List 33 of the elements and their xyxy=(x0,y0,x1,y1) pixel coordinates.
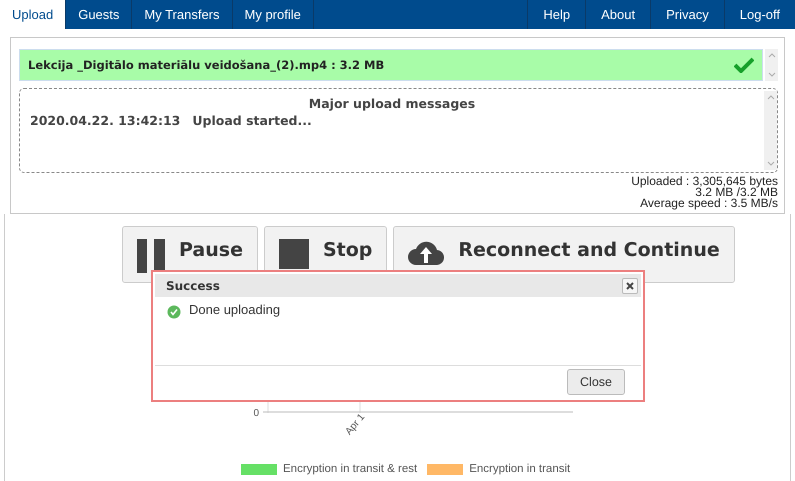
nav-tab[interactable]: About xyxy=(585,0,650,29)
message-text: Upload started... xyxy=(192,113,312,128)
cloud-upload-icon xyxy=(408,239,444,265)
close-button[interactable]: Close xyxy=(567,369,625,395)
nav-tab[interactable]: My Transfers xyxy=(132,0,233,29)
scroll-up-icon[interactable] xyxy=(766,95,774,100)
nav-tab[interactable]: Privacy xyxy=(650,0,724,29)
dialog-message: Done uploading xyxy=(189,302,280,317)
check-circle-icon xyxy=(167,305,181,319)
nav-tab[interactable]: Upload xyxy=(0,0,66,29)
scrollbar[interactable] xyxy=(765,49,778,81)
scroll-down-icon[interactable] xyxy=(768,72,776,77)
pause-icon xyxy=(137,239,165,273)
nav-tab[interactable]: Log-off xyxy=(724,0,795,29)
y-tick-label: 0 xyxy=(253,408,259,419)
messages-title: Major upload messages xyxy=(308,96,476,111)
upload-stat: 3.2 MB /3.2 MB xyxy=(695,187,778,198)
legend-label: Encryption in transit xyxy=(469,463,570,475)
legend-label: Encryption in transit & rest xyxy=(283,463,418,475)
stop-icon xyxy=(278,239,309,269)
scroll-down-icon[interactable] xyxy=(766,161,774,166)
nav-tab[interactable]: My profile xyxy=(232,0,314,29)
message-time: 2020.04.22. 13:42:13 xyxy=(30,113,180,128)
upload-stat: Average speed : 3.5 MB/s xyxy=(640,198,778,209)
nav-tab[interactable]: Help xyxy=(527,0,586,29)
scroll-up-icon[interactable] xyxy=(768,53,776,58)
x-tick-label: Apr 1 xyxy=(344,412,368,438)
close-icon xyxy=(626,282,634,290)
close-button[interactable] xyxy=(622,278,638,294)
file-name: Lekcija _Digitālo materiālu veidošana_(2).mp4 : 3.2 MB xyxy=(28,58,384,72)
nav-tab[interactable]: Guests xyxy=(66,0,132,29)
scrollbar[interactable] xyxy=(764,91,777,170)
upload-stat: Uploaded : 3,305,645 bytes xyxy=(631,176,778,187)
